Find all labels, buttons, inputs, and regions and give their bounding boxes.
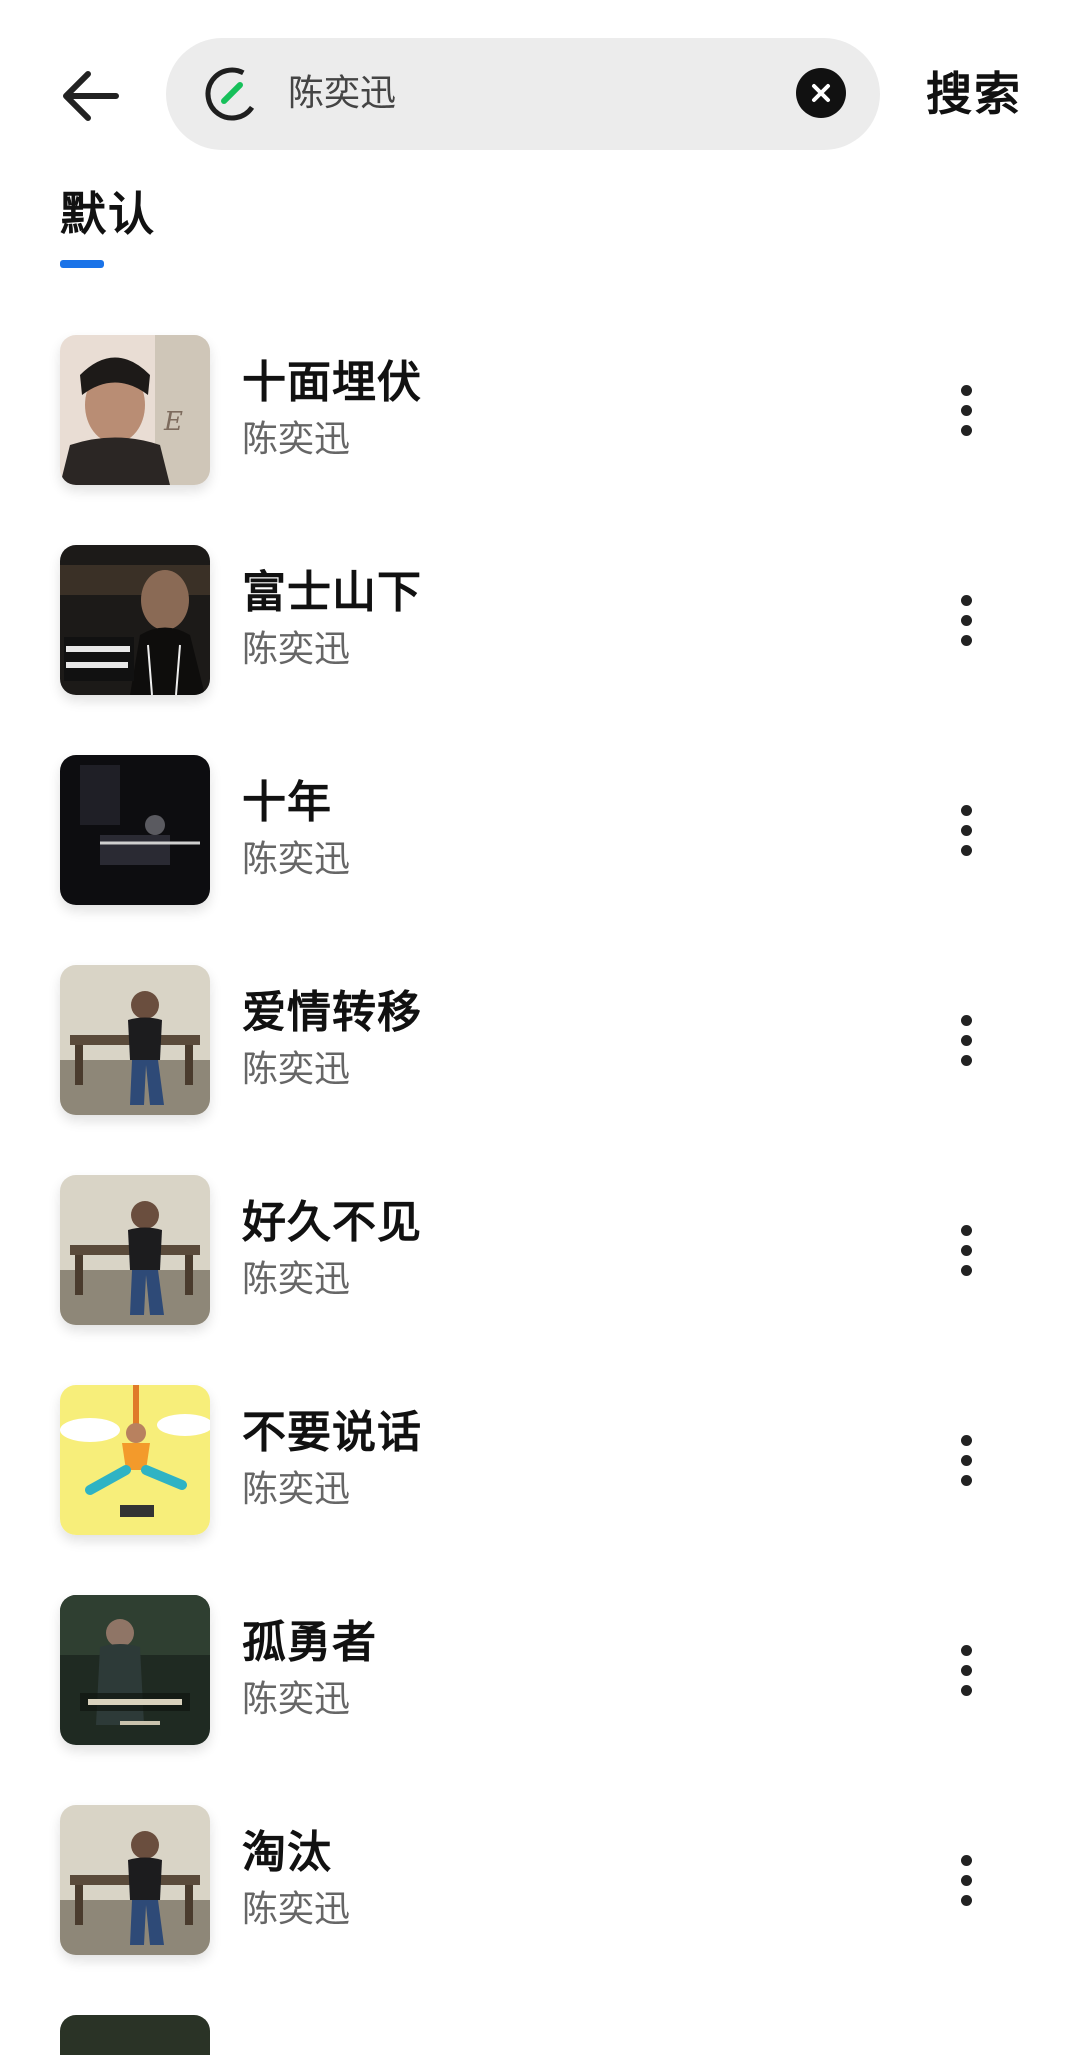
album-cover xyxy=(60,755,210,905)
search-button[interactable]: 搜索 xyxy=(926,62,1022,126)
song-row[interactable]: 十年 陈奕迅 xyxy=(0,745,1080,955)
song-artist: 陈奕迅 xyxy=(242,629,351,670)
svg-text:E: E xyxy=(163,407,183,437)
song-artist: 陈奕迅 xyxy=(242,839,351,880)
album-cover-partial xyxy=(60,2015,210,2055)
music-app-logo-icon xyxy=(205,67,259,121)
more-vertical-icon xyxy=(960,1434,972,1446)
album-cover xyxy=(60,965,210,1115)
more-vertical-icon xyxy=(960,1854,972,1866)
song-artist: 陈奕迅 xyxy=(242,1469,351,1510)
song-row[interactable]: 不要说话 陈奕迅 xyxy=(0,1375,1080,1585)
song-artist: 陈奕迅 xyxy=(242,1259,351,1300)
song-row[interactable]: 淘汰 陈奕迅 xyxy=(0,1795,1080,2005)
album-cover xyxy=(60,1805,210,1955)
back-button[interactable] xyxy=(54,60,126,132)
song-title: 好久不见 xyxy=(242,1197,422,1248)
song-title: 不要说话 xyxy=(242,1407,422,1458)
more-vertical-icon xyxy=(960,804,972,816)
tab-active-indicator xyxy=(60,260,104,268)
song-title: 十面埋伏 xyxy=(242,357,422,408)
song-artist: 陈奕迅 xyxy=(242,419,351,460)
more-options-button[interactable] xyxy=(946,575,986,665)
tab-label: 默认 xyxy=(60,187,156,241)
more-options-button[interactable] xyxy=(946,785,986,875)
more-vertical-icon xyxy=(960,594,972,606)
song-title: 淘汰 xyxy=(242,1827,332,1878)
song-artist: 陈奕迅 xyxy=(242,1679,351,1720)
song-title: 十年 xyxy=(242,777,332,828)
tab-default[interactable]: 默认 xyxy=(60,182,156,268)
more-options-button[interactable] xyxy=(946,1625,986,1715)
song-artist: 陈奕迅 xyxy=(242,1889,351,1930)
search-input[interactable]: 陈奕迅 xyxy=(288,38,396,150)
more-vertical-icon xyxy=(960,1224,972,1236)
song-row[interactable]: 富士山下 陈奕迅 xyxy=(0,535,1080,745)
search-header: 陈奕迅 搜索 xyxy=(0,0,1080,160)
more-options-button[interactable] xyxy=(946,1835,986,1925)
song-row[interactable]: 好久不见 陈奕迅 xyxy=(0,1165,1080,1375)
search-box[interactable]: 陈奕迅 xyxy=(166,38,880,150)
album-cover xyxy=(60,1175,210,1325)
more-vertical-icon xyxy=(960,384,972,396)
song-row[interactable]: 孤勇者 陈奕迅 xyxy=(0,1585,1080,1795)
arrow-left-icon xyxy=(63,71,119,121)
album-cover: E xyxy=(60,335,210,485)
album-cover xyxy=(60,545,210,695)
clear-search-button[interactable] xyxy=(796,68,846,118)
more-options-button[interactable] xyxy=(946,1205,986,1295)
more-options-button[interactable] xyxy=(946,365,986,455)
song-title: 孤勇者 xyxy=(242,1617,377,1668)
close-icon xyxy=(812,84,830,102)
song-title: 爱情转移 xyxy=(242,987,422,1038)
album-cover xyxy=(60,1385,210,1535)
song-artist: 陈奕迅 xyxy=(242,1049,351,1090)
song-row[interactable]: E 十面埋伏 陈奕迅 xyxy=(0,325,1080,535)
song-list: E 十面埋伏 陈奕迅 富士山下 陈奕迅 十年 陈奕迅 爱情转移 陈奕迅 好久不见… xyxy=(0,325,1080,2005)
more-options-button[interactable] xyxy=(946,995,986,1085)
song-title: 富士山下 xyxy=(242,567,422,618)
album-cover xyxy=(60,1595,210,1745)
more-vertical-icon xyxy=(960,1014,972,1026)
more-options-button[interactable] xyxy=(946,1415,986,1505)
more-vertical-icon xyxy=(960,1644,972,1656)
song-row[interactable]: 爱情转移 陈奕迅 xyxy=(0,955,1080,1165)
